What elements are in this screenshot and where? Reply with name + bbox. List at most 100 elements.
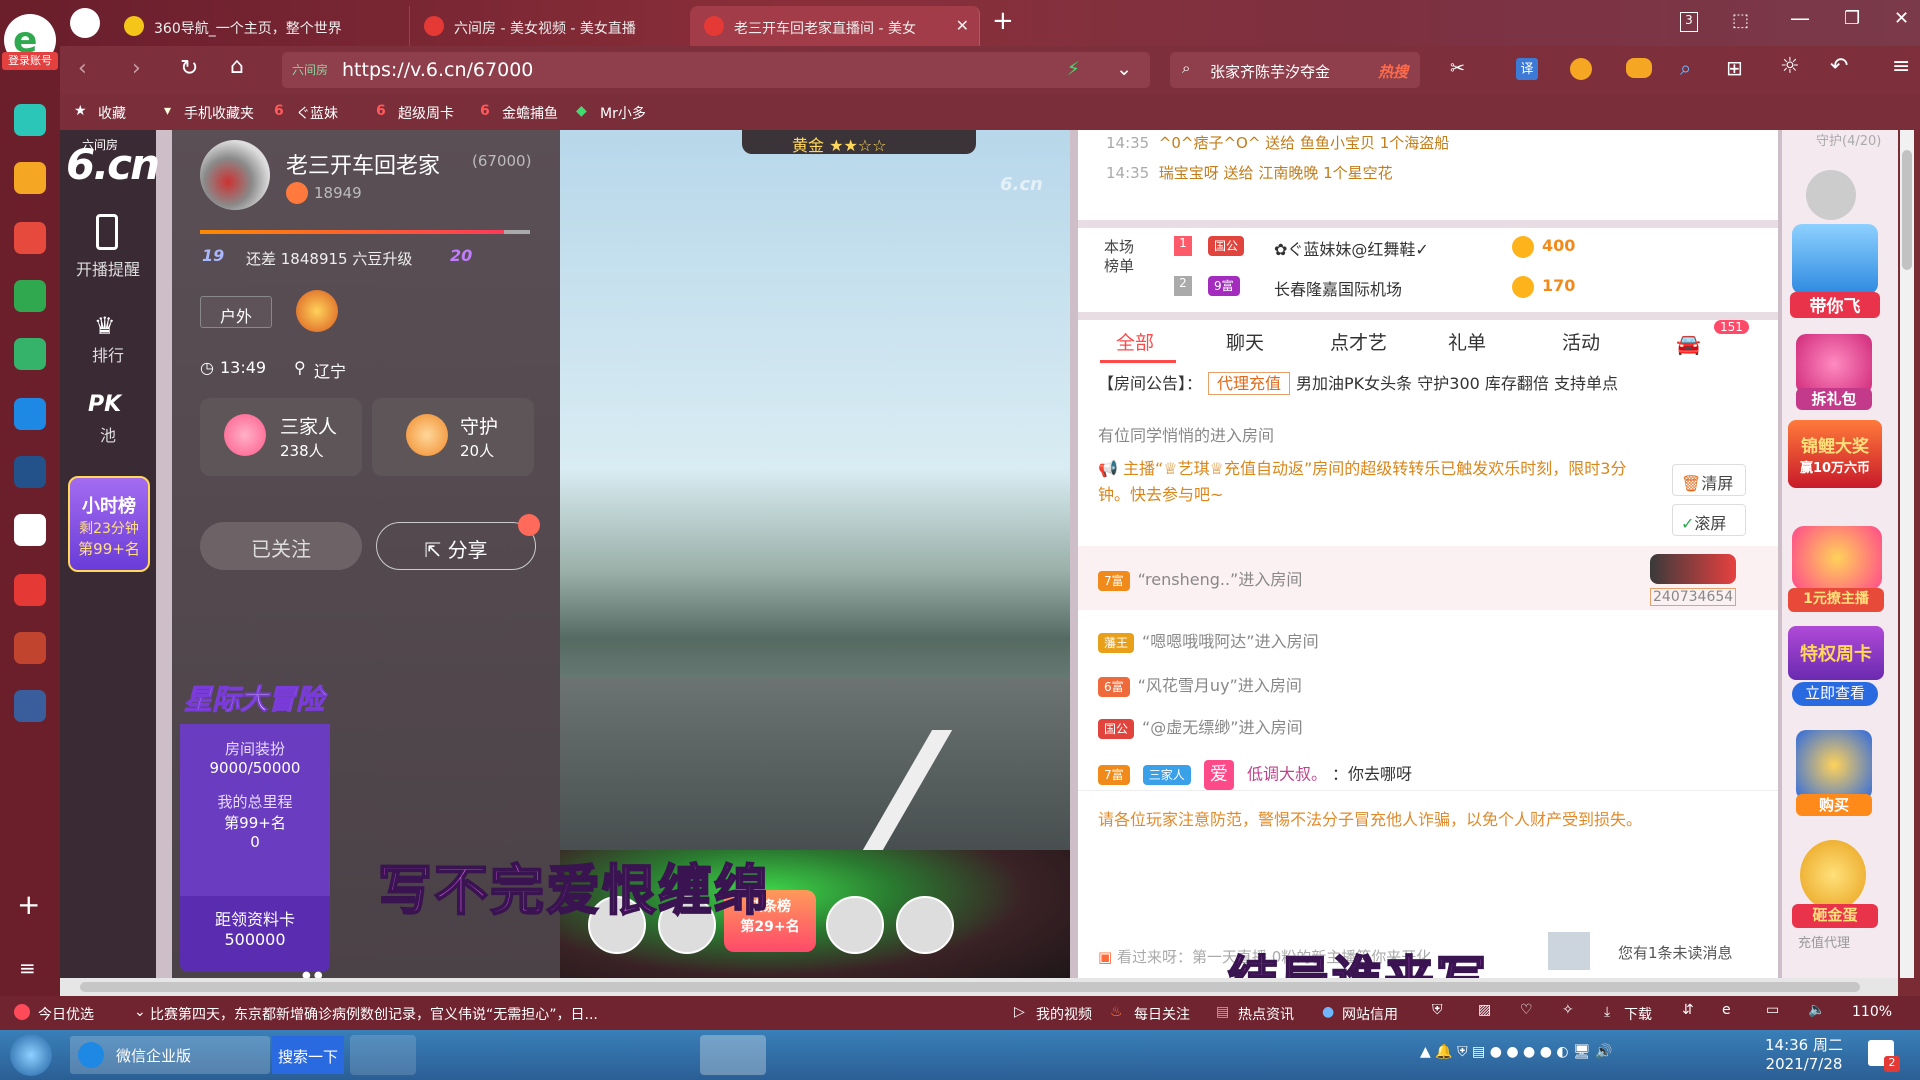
red-app-icon[interactable] bbox=[14, 574, 46, 606]
new-tab-icon[interactable]: + bbox=[992, 6, 1014, 36]
treasure-icon[interactable] bbox=[1796, 730, 1872, 800]
clock[interactable]: 14:36 周二 2021/7/28 bbox=[1756, 1034, 1852, 1073]
rank-user[interactable]: ✿ぐ蓝妹妹@红舞鞋✓ bbox=[1274, 236, 1429, 260]
game-icon[interactable] bbox=[14, 632, 46, 664]
anchor-avatar[interactable] bbox=[200, 140, 270, 210]
home-icon[interactable]: ⌂ bbox=[230, 54, 244, 79]
window-icon[interactable]: ▭ bbox=[1766, 1002, 1779, 1018]
zoom-icon[interactable]: ⌕ bbox=[1680, 56, 1691, 80]
tab-count[interactable]: 3 bbox=[1680, 12, 1698, 32]
image-icon[interactable]: ▨ bbox=[1478, 1002, 1491, 1018]
bookmark-item[interactable]: ぐ蓝妹 bbox=[296, 103, 338, 123]
gift-pack-label[interactable]: 拆礼包 bbox=[1796, 388, 1872, 410]
gift-box-icon[interactable] bbox=[1796, 334, 1872, 394]
viewer-avatar[interactable] bbox=[826, 896, 884, 954]
guard-avatar[interactable] bbox=[1806, 170, 1856, 220]
bookmark-item[interactable]: 金蟾捕鱼 bbox=[502, 103, 558, 123]
forward-icon[interactable]: › bbox=[132, 56, 141, 81]
hour-rank-card[interactable]: 小时榜 剩23分钟 第99+名 bbox=[68, 476, 150, 572]
coin-icon[interactable] bbox=[1570, 58, 1592, 80]
close-window-icon[interactable]: ✕ bbox=[1894, 8, 1909, 29]
nav-live-remind[interactable]: 开播提醒 bbox=[60, 256, 156, 280]
guard-card[interactable]: 守护 20人 bbox=[372, 398, 534, 476]
status-site-credit[interactable]: 网站信用 bbox=[1342, 1004, 1398, 1024]
broom-icon[interactable]: ✧ bbox=[1562, 1002, 1574, 1018]
restore-icon[interactable]: ❐ bbox=[1844, 8, 1860, 29]
ie-icon[interactable]: e bbox=[1722, 1002, 1731, 1018]
tab-1[interactable]: 360导航_一个主页，整个世界 bbox=[110, 6, 410, 46]
taskbar-ie-icon[interactable] bbox=[420, 1035, 486, 1075]
taskbar-360-icon[interactable] bbox=[560, 1035, 626, 1075]
weekly-view-button[interactable]: 立即查看 bbox=[1792, 682, 1878, 706]
tab-close-icon[interactable]: ✕ bbox=[956, 16, 969, 35]
taskbar-player-icon[interactable] bbox=[630, 1035, 696, 1075]
game2-icon[interactable] bbox=[14, 690, 46, 722]
bookmark-item[interactable]: 收藏 bbox=[98, 103, 126, 123]
tab-activity[interactable]: 活动 bbox=[1562, 328, 1600, 355]
weekly-card-label[interactable]: 特权周卡 bbox=[1788, 626, 1884, 680]
today-picks[interactable]: 今日优选 bbox=[38, 1004, 94, 1024]
app-icon-1[interactable] bbox=[14, 104, 46, 136]
tab-chat[interactable]: 聊天 bbox=[1226, 328, 1264, 355]
volume-icon[interactable]: 🔈 bbox=[1808, 1002, 1825, 1018]
followed-button[interactable]: 已关注 bbox=[200, 522, 362, 570]
tab-talent[interactable]: 点才艺 bbox=[1330, 328, 1387, 355]
star-icon[interactable] bbox=[14, 162, 46, 194]
page-scrollbar[interactable] bbox=[1900, 130, 1914, 978]
login-button[interactable]: 登录账号 bbox=[2, 52, 58, 70]
anchor-tag[interactable]: 户外 bbox=[200, 296, 272, 328]
speed-icon[interactable]: ⚡ bbox=[1067, 58, 1080, 80]
family-card[interactable]: 三家人 238人 bbox=[200, 398, 362, 476]
url-dropdown-icon[interactable]: ⌄ bbox=[1116, 58, 1132, 80]
unread-notice[interactable]: 您有1条未读消息 bbox=[1618, 942, 1733, 963]
shield-icon[interactable]: ⛨ bbox=[1432, 1002, 1443, 1018]
minimize-icon[interactable]: — bbox=[1790, 6, 1810, 30]
doc-icon[interactable] bbox=[14, 514, 46, 546]
share-button[interactable]: ⇱ 分享 bbox=[376, 522, 536, 570]
chat-user[interactable]: 低调大叔。 bbox=[1247, 765, 1327, 784]
weibo-icon[interactable] bbox=[14, 222, 46, 254]
message-icon[interactable] bbox=[1548, 932, 1590, 970]
add-icon[interactable]: + bbox=[17, 888, 40, 921]
brightness-icon[interactable]: ☼ bbox=[1780, 54, 1800, 79]
reload-icon[interactable]: ↻ bbox=[180, 56, 198, 81]
back-icon[interactable]: ‹ bbox=[78, 56, 87, 81]
p-app-icon[interactable] bbox=[14, 398, 46, 430]
flirt-label[interactable]: 1元撩主播 bbox=[1788, 588, 1884, 612]
tab-2[interactable]: 六间房 - 美女视频 - 美女直播 bbox=[410, 6, 700, 46]
clear-screen-button[interactable]: 🗑清屏 bbox=[1672, 464, 1746, 496]
scrollbar-thumb[interactable] bbox=[1902, 150, 1912, 270]
mail-icon[interactable] bbox=[14, 280, 46, 312]
taskbar-search[interactable]: 搜索一下 bbox=[272, 1036, 344, 1074]
taskbar-qq-icon[interactable] bbox=[700, 1035, 766, 1075]
viewer-avatar[interactable] bbox=[896, 896, 954, 954]
golden-egg-icon[interactable] bbox=[1800, 840, 1866, 910]
anchor-flirt-icon[interactable] bbox=[1792, 526, 1882, 590]
cloud-icon[interactable] bbox=[14, 338, 46, 370]
taskbar-app-wechat[interactable]: 微信企业版 bbox=[70, 1036, 270, 1074]
grid-icon[interactable]: ⊞ bbox=[1726, 56, 1743, 80]
gold-rank-bar[interactable]: 黄金 ★★☆☆ bbox=[742, 130, 976, 155]
fly-label[interactable]: 带你飞 bbox=[1790, 292, 1880, 318]
start-icon[interactable] bbox=[10, 1034, 52, 1076]
news-icon[interactable] bbox=[14, 456, 46, 488]
plane-icon[interactable] bbox=[1792, 224, 1878, 294]
buy-label[interactable]: 购买 bbox=[1796, 794, 1872, 816]
site-logo[interactable]: 6.cn bbox=[66, 140, 160, 189]
taskbar-k-icon[interactable] bbox=[350, 1035, 416, 1075]
nav-rank[interactable]: 排行 bbox=[60, 342, 156, 366]
bookmark-item[interactable]: 手机收藏夹 bbox=[184, 103, 254, 123]
tab-3-active[interactable]: 老三开车回老家直播间 - 美女 ✕ bbox=[690, 6, 980, 46]
tray-icons[interactable]: ▲ 🔔 ⛨ ▤ ● ● ● ● ◐ 🖥 🔊 bbox=[1420, 1044, 1613, 1060]
scroll-lock-button[interactable]: ✓滚屏 bbox=[1672, 504, 1746, 536]
car-icon[interactable]: 🚘 bbox=[1676, 332, 1701, 356]
rank-user[interactable]: 长春隆嘉国际机场 bbox=[1274, 276, 1402, 300]
skin-icon[interactable]: ⬚ bbox=[1732, 10, 1749, 31]
taskbar-folder-icon[interactable] bbox=[490, 1035, 556, 1075]
zoom-level[interactable]: 110% bbox=[1852, 1004, 1892, 1020]
hscroll-thumb[interactable] bbox=[80, 982, 1860, 992]
translate-icon[interactable]: 译 bbox=[1516, 58, 1538, 80]
bookmark-item[interactable]: Mr小多 bbox=[600, 103, 646, 123]
news-ticker[interactable]: 比赛第四天，东京都新增确诊病例数创记录，官义伟说“无需担心”，日... bbox=[150, 1004, 640, 1024]
status-hot-news[interactable]: 热点资讯 bbox=[1238, 1004, 1294, 1024]
